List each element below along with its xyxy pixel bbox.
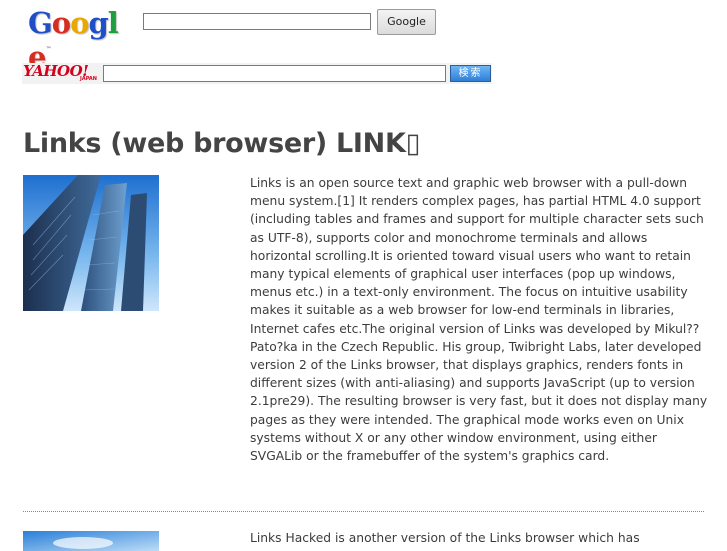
yahoo-bar-spacer [492, 63, 704, 84]
google-logo[interactable]: Google™ [28, 6, 132, 74]
sky-photo-icon [23, 531, 159, 551]
article2-body: Links Hacked is another version of the L… [250, 531, 640, 545]
trademark-mark: ™ [45, 46, 51, 53]
google-logo-letter: o [70, 6, 89, 40]
yahoo-logo-text: YAHOO! [23, 62, 89, 80]
skyscraper-photo-icon [23, 175, 159, 311]
article-body: Links is an open source text and graphic… [250, 176, 708, 464]
google-logo-letter: g [88, 6, 108, 40]
google-logo-letter: G [28, 6, 53, 40]
skyscraper-image [23, 175, 159, 311]
sky-image [23, 531, 159, 551]
yahoo-search-button[interactable]: 検索 [450, 65, 491, 82]
google-logo-letter: l [107, 6, 119, 40]
page-title: Links (web browser) LINK▯ [23, 128, 421, 159]
yahoo-search-input[interactable] [103, 65, 446, 82]
article-divider [23, 511, 704, 512]
google-logo-letter: o [51, 6, 71, 40]
google-search-button[interactable]: Google [377, 9, 436, 35]
yahoo-logo-subtext: JAPAN [80, 76, 97, 82]
google-search-input[interactable] [143, 13, 371, 30]
yahoo-search-bar: YAHOO! JAPAN 検索 [22, 62, 704, 84]
yahoo-japan-logo[interactable]: YAHOO! JAPAN [22, 62, 102, 84]
